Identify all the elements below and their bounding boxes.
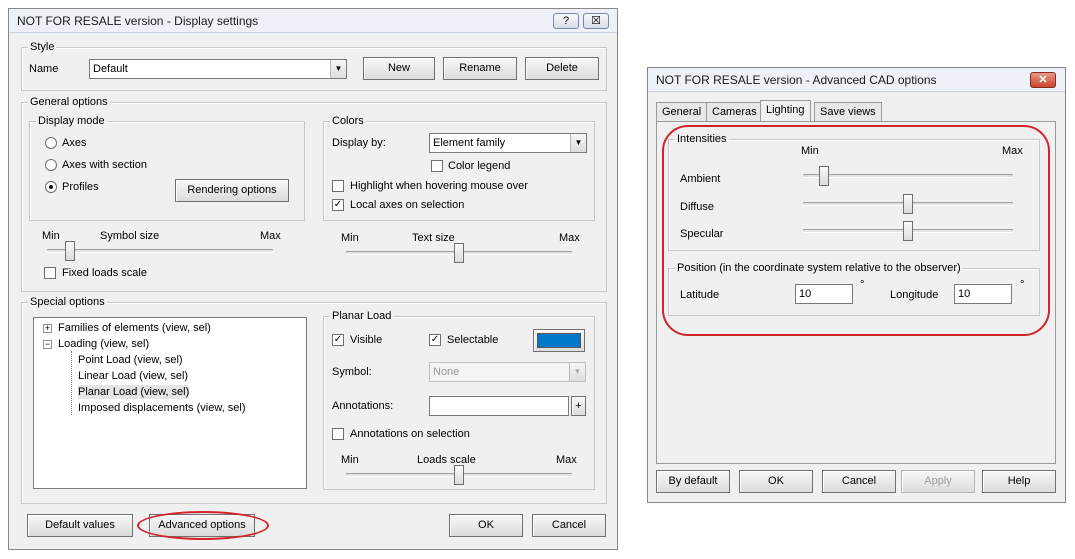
visible-label: Visible: [350, 334, 383, 346]
local-axes-checkbox[interactable]: ✓: [332, 199, 344, 211]
tree-item-loading[interactable]: Loading (view, sel): [58, 337, 149, 351]
loads-scale-max: Max: [556, 454, 577, 466]
tree-item-planar-load[interactable]: Planar Load (view, sel): [78, 385, 190, 399]
window-title: NOT FOR RESALE version - Display setting…: [17, 14, 259, 28]
tree-item-linear-load[interactable]: Linear Load (view, sel): [78, 369, 188, 383]
symbol-size-track: [47, 249, 273, 253]
tree-item-point-load[interactable]: Point Load (view, sel): [78, 353, 183, 367]
tab-general[interactable]: General: [656, 102, 708, 122]
text-size-max: Max: [559, 232, 580, 244]
text-size-slider[interactable]: [454, 243, 464, 263]
tab-strip: General Cameras Lighting Save views: [656, 100, 1056, 122]
cancel-button[interactable]: Cancel: [532, 514, 606, 537]
rendering-options-button[interactable]: Rendering options: [175, 179, 289, 202]
display-mode-label: Display mode: [36, 114, 107, 128]
symbol-size-slider[interactable]: [64, 241, 75, 261]
apply-button[interactable]: Apply: [901, 470, 975, 493]
symbol-select[interactable]: None ▼: [429, 362, 586, 382]
display-settings-titlebar: NOT FOR RESALE version - Display setting…: [9, 9, 617, 33]
annotations-input[interactable]: [429, 396, 569, 416]
add-annotation-button[interactable]: +: [571, 396, 586, 416]
tree-item-imposed-displacements[interactable]: Imposed displacements (view, sel): [78, 401, 246, 415]
loads-scale-slider[interactable]: [454, 465, 464, 485]
new-button[interactable]: New: [363, 57, 435, 80]
by-default-button[interactable]: By default: [656, 470, 730, 493]
special-options-tree[interactable]: + Families of elements (view, sel) − Loa…: [33, 317, 307, 489]
text-size-min: Min: [341, 232, 359, 244]
color-swatch-button[interactable]: [533, 329, 585, 352]
planar-load-label: Planar Load: [330, 309, 394, 323]
cancel-button[interactable]: Cancel: [822, 470, 896, 493]
display-by-value: Element family: [433, 137, 506, 149]
display-by-select[interactable]: Element family ▼: [429, 133, 587, 153]
highlight-hover-checkbox[interactable]: [332, 180, 344, 192]
axes-with-section-label: Axes with section: [62, 159, 147, 171]
chevron-down-icon: ▼: [570, 134, 586, 152]
ok-button[interactable]: OK: [739, 470, 813, 493]
rename-button[interactable]: Rename: [443, 57, 517, 80]
lighting-highlight: [662, 125, 1050, 336]
loads-scale-min: Min: [341, 454, 359, 466]
expand-plus-icon[interactable]: +: [43, 324, 52, 333]
name-label: Name: [29, 63, 59, 75]
delete-button[interactable]: Delete: [525, 57, 599, 80]
tree-item-families[interactable]: Families of elements (view, sel): [58, 321, 211, 335]
symbol-size-label: Symbol size: [100, 230, 160, 242]
display-settings-window: NOT FOR RESALE version - Display setting…: [8, 8, 618, 550]
close-icon[interactable]: ☒: [583, 13, 609, 29]
loads-scale-label: Loads scale: [417, 454, 476, 466]
advanced-cad-window: NOT FOR RESALE version - Advanced CAD op…: [647, 67, 1066, 503]
style-name-select[interactable]: Default ▼: [89, 59, 347, 79]
profiles-radio[interactable]: [45, 181, 57, 193]
chevron-down-icon: ▼: [330, 60, 346, 78]
visible-checkbox[interactable]: ✓: [332, 334, 344, 346]
axes-radio-label: Axes: [62, 137, 87, 149]
cad-window-title: NOT FOR RESALE version - Advanced CAD op…: [656, 73, 937, 87]
local-axes-label: Local axes on selection: [350, 199, 465, 211]
display-by-label: Display by:: [332, 137, 386, 149]
tab-save-views[interactable]: Save views: [814, 102, 882, 122]
symbol-size-min: Min: [42, 230, 60, 242]
general-options-label: General options: [28, 95, 110, 109]
style-name-value: Default: [93, 63, 128, 75]
annotations-on-selection-label: Annotations on selection: [350, 428, 470, 440]
axes-radio[interactable]: [45, 137, 57, 149]
selectable-label: Selectable: [447, 334, 499, 346]
ok-button[interactable]: OK: [449, 514, 523, 537]
default-values-button[interactable]: Default values: [27, 514, 133, 537]
annotations-label: Annotations:: [332, 400, 394, 412]
fixed-loads-label: Fixed loads scale: [62, 267, 147, 279]
tab-cameras[interactable]: Cameras: [706, 102, 763, 122]
color-legend-label: Color legend: [448, 160, 511, 172]
help-icon[interactable]: ?: [553, 13, 579, 29]
special-options-label: Special options: [28, 295, 107, 309]
profiles-radio-label: Profiles: [62, 181, 99, 193]
close-icon[interactable]: ✕: [1030, 72, 1056, 88]
help-button[interactable]: Help: [982, 470, 1056, 493]
color-swatch: [537, 333, 581, 348]
tab-lighting[interactable]: Lighting: [760, 100, 811, 122]
chevron-down-icon: ▼: [569, 363, 585, 381]
cad-titlebar: NOT FOR RESALE version - Advanced CAD op…: [648, 68, 1065, 92]
selectable-checkbox[interactable]: ✓: [429, 334, 441, 346]
style-group-label: Style: [28, 40, 57, 54]
symbol-value: None: [433, 366, 460, 378]
colors-label: Colors: [330, 114, 366, 128]
annotations-on-selection-checkbox[interactable]: [332, 428, 344, 440]
symbol-label: Symbol:: [332, 366, 372, 378]
advanced-options-highlight: [137, 511, 269, 540]
axes-with-section-radio[interactable]: [45, 159, 57, 171]
text-size-label: Text size: [412, 232, 455, 244]
tree-guide-line: [71, 351, 72, 415]
collapse-minus-icon[interactable]: −: [43, 340, 52, 349]
symbol-size-max: Max: [260, 230, 281, 242]
color-legend-checkbox[interactable]: [431, 160, 443, 172]
fixed-loads-checkbox[interactable]: [44, 267, 56, 279]
highlight-hover-label: Highlight when hovering mouse over: [350, 180, 528, 192]
